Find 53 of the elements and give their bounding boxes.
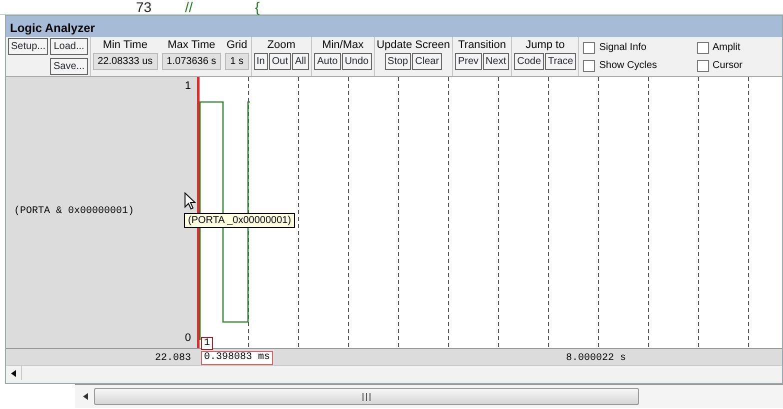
toolbar-button[interactable]: Load... [50, 38, 88, 56]
checkbox-label[interactable]: Signal Info [583, 39, 692, 56]
field-label: Grid [226, 38, 248, 52]
group-label: Min/Max [322, 38, 364, 52]
checkbox[interactable] [696, 60, 708, 72]
toolbar-button[interactable]: Auto [314, 53, 341, 70]
line-number: 73 [136, 0, 152, 15]
toolbar-button[interactable]: Setup... [8, 38, 48, 56]
signal-name[interactable]: (PORTA & 0x00000001) [14, 204, 134, 219]
toolbar-button[interactable]: Save... [50, 58, 88, 75]
scroll-left-icon[interactable] [11, 370, 16, 376]
toolbar-button[interactable]: Prev [454, 53, 482, 70]
signal-tooltip: (PORTA _0x00000001) [184, 213, 296, 228]
group-label: Zoom [267, 38, 296, 52]
toolbar-button[interactable]: Next [482, 53, 510, 70]
toolbar-button[interactable]: Trace [545, 53, 576, 70]
axis-end-time: 8.000022 s [566, 352, 626, 366]
field-label: Min Time [102, 38, 148, 52]
editor-scrollbar[interactable] [75, 384, 783, 408]
toolbar-button[interactable]: In [254, 53, 268, 70]
grip-icon [362, 392, 372, 400]
high-level-label: 1 [184, 79, 191, 94]
value-field: 22.08333 us [92, 53, 158, 70]
scrollbar-thumb[interactable] [94, 388, 639, 405]
mouse-pointer-icon [184, 192, 196, 210]
checkbox-label[interactable]: Show Cycles [583, 57, 692, 74]
cursor-line[interactable] [198, 77, 200, 348]
checkbox[interactable] [696, 42, 708, 54]
value-field: 1.073636 s [162, 53, 222, 70]
window-title: Logic Analyzer [6, 16, 782, 37]
cursor-time: 0.398083 ms [201, 351, 274, 365]
code-text: { [255, 0, 260, 15]
toolbar-button[interactable]: All [292, 53, 310, 70]
field-label: Max Time [168, 38, 216, 52]
toolbar-button[interactable]: Undo [342, 53, 372, 70]
axis-start-time: 22.083 [154, 352, 191, 366]
toolbar-button[interactable]: Clear [412, 53, 442, 70]
group-label: Jump to [526, 38, 565, 52]
group-label: Transition [458, 38, 506, 52]
toolbar-button[interactable]: Out [268, 53, 291, 70]
checkbox[interactable] [583, 60, 596, 72]
checkbox-label[interactable]: Amplit [696, 39, 778, 56]
checkbox-label[interactable]: Cursor [696, 57, 778, 74]
cursor-marker: 1 [201, 337, 214, 350]
horizontal-scrollbar[interactable] [6, 365, 782, 380]
scroll-left-icon[interactable] [83, 393, 88, 400]
group-label: Update Screen [376, 38, 450, 52]
code-text: // [185, 0, 193, 15]
toolbar-button[interactable]: Code [514, 53, 544, 70]
value-field: 1 s [225, 53, 249, 70]
checkbox[interactable] [583, 42, 596, 54]
toolbar-button[interactable]: Stop [384, 53, 412, 70]
low-level-label: 0 [184, 330, 191, 346]
